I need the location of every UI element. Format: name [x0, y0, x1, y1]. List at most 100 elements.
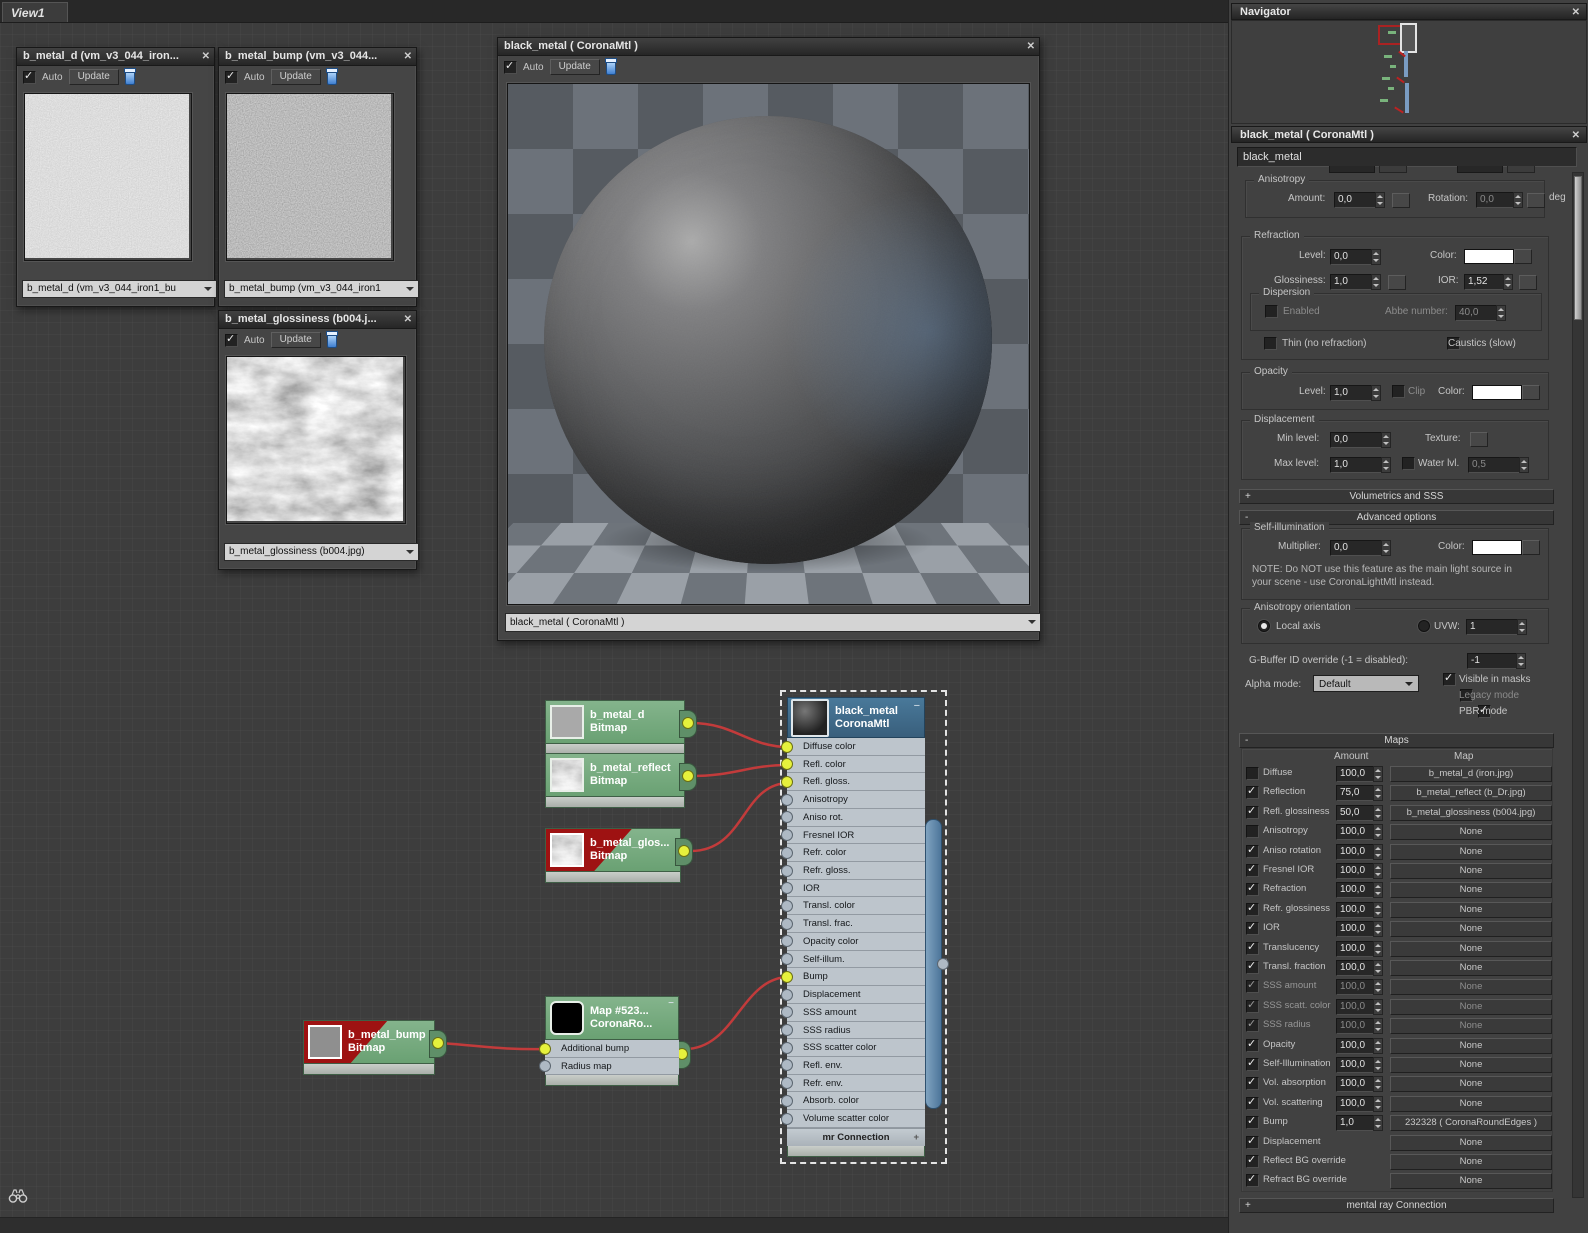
- window-titlebar[interactable]: b_metal_d (vm_v3_044_iron... ✕: [17, 48, 214, 66]
- anisotropy-rotation-field[interactable]: 0,0: [1476, 192, 1514, 208]
- corona-slot-refr-gloss-[interactable]: Refr. gloss.: [787, 862, 925, 880]
- corona-slot-absorb-color[interactable]: Absorb. color: [787, 1092, 925, 1110]
- output-socket[interactable]: [675, 838, 693, 866]
- slot-radius-map[interactable]: Radius map: [545, 1058, 679, 1076]
- displacement-max-field[interactable]: 1,0: [1330, 457, 1382, 473]
- slot-socket[interactable]: [781, 829, 793, 841]
- spinner[interactable]: [1381, 457, 1391, 473]
- node-b-metal-reflect[interactable]: b_metal_reflectBitmap: [545, 753, 685, 808]
- maps-amount-field[interactable]: 100,0: [1336, 1038, 1374, 1054]
- spinner[interactable]: [1496, 305, 1506, 321]
- refraction-color-swatch[interactable]: [1464, 249, 1514, 264]
- maps-amount-field[interactable]: 100,0: [1336, 921, 1374, 937]
- spinner[interactable]: [1371, 249, 1381, 265]
- maps-map-button[interactable]: None: [1390, 999, 1552, 1015]
- navigator-view-frame[interactable]: [1400, 23, 1417, 53]
- bottom-scroll-strip[interactable]: [0, 1217, 1228, 1233]
- maps-map-button[interactable]: None: [1390, 941, 1552, 957]
- maps-amount-field[interactable]: 50,0: [1336, 805, 1374, 821]
- rollout-volumetrics[interactable]: +Volumetrics and SSS: [1239, 489, 1554, 504]
- clip-checkbox[interactable]: [1392, 385, 1405, 398]
- texture-button[interactable]: [1470, 432, 1488, 447]
- material-preview-window[interactable]: black_metal ( CoronaMtl ) ✕ Auto Update …: [497, 37, 1040, 641]
- spinner[interactable]: [1381, 540, 1391, 556]
- maps-checkbox[interactable]: [1246, 1058, 1259, 1071]
- spinner[interactable]: [1516, 653, 1526, 669]
- maps-checkbox[interactable]: [1246, 1136, 1259, 1149]
- scrollbar-thumb[interactable]: [1574, 176, 1582, 320]
- spinner[interactable]: [1373, 902, 1383, 918]
- slot-socket[interactable]: [539, 1060, 551, 1072]
- corona-slot-opacity-color[interactable]: Opacity color: [787, 933, 925, 951]
- material-params-titlebar[interactable]: black_metal ( CoronaMtl )✕: [1231, 126, 1587, 143]
- spinner[interactable]: [1373, 999, 1383, 1015]
- spinner[interactable]: [1503, 274, 1513, 290]
- node-b-metal-bump[interactable]: b_metal_bumpBitmap: [303, 1020, 435, 1075]
- maps-checkbox[interactable]: [1246, 786, 1259, 799]
- spinner[interactable]: [1373, 1038, 1383, 1054]
- slot-socket[interactable]: [781, 741, 793, 753]
- params-scrollbar[interactable]: [1572, 172, 1584, 1198]
- spinner[interactable]: [1373, 979, 1383, 995]
- node-output-strip[interactable]: [925, 819, 942, 1109]
- spinner[interactable]: [1373, 766, 1383, 782]
- close-icon[interactable]: ✕: [202, 48, 210, 65]
- maps-map-button[interactable]: None: [1390, 1135, 1552, 1151]
- navigator-minimap[interactable]: [1231, 20, 1587, 124]
- map-shortcut-button[interactable]: [1519, 275, 1537, 290]
- refraction-ior-field[interactable]: 1,52: [1464, 274, 1504, 290]
- alpha-mode-dropdown[interactable]: Default: [1313, 675, 1419, 692]
- maps-amount-field[interactable]: 100,0: [1336, 960, 1374, 976]
- spinner[interactable]: [1371, 385, 1381, 401]
- maps-map-button[interactable]: 232328 ( CoronaRoundEdges ): [1390, 1115, 1552, 1131]
- opacity-color-swatch[interactable]: [1472, 385, 1522, 400]
- maps-map-button[interactable]: None: [1390, 824, 1552, 840]
- spinner[interactable]: [1373, 1076, 1383, 1092]
- node-b-metal-d[interactable]: b_metal_dBitmap: [545, 700, 685, 755]
- corona-slot-refl-env-[interactable]: Refl. env.: [787, 1057, 925, 1075]
- corona-slot-transl-frac-[interactable]: Transl. frac.: [787, 915, 925, 933]
- slot-socket[interactable]: [781, 1042, 793, 1054]
- maps-map-button[interactable]: None: [1390, 960, 1552, 976]
- spinner[interactable]: [1517, 619, 1527, 635]
- close-icon[interactable]: ✕: [404, 48, 412, 65]
- close-icon[interactable]: ✕: [404, 311, 412, 328]
- expand-icon[interactable]: +: [913, 1129, 919, 1146]
- corona-slot-refl-gloss-[interactable]: Refl. gloss.: [787, 773, 925, 791]
- corona-slot-refr-env-[interactable]: Refr. env.: [787, 1075, 925, 1093]
- spinner[interactable]: [1373, 1115, 1383, 1131]
- maps-checkbox[interactable]: [1246, 1019, 1259, 1032]
- slot-socket[interactable]: [781, 1113, 793, 1125]
- update-button[interactable]: Update: [69, 69, 119, 85]
- corona-slot-fresnel-ior[interactable]: Fresnel IOR: [787, 827, 925, 845]
- corona-slot-self-illum-[interactable]: Self-illum.: [787, 951, 925, 969]
- update-button[interactable]: Update: [271, 332, 321, 348]
- collapse-icon[interactable]: −: [914, 700, 920, 712]
- maps-amount-field[interactable]: 100,0: [1336, 1076, 1374, 1092]
- corona-slot-volume-scatter-color[interactable]: Volume scatter color: [787, 1110, 925, 1128]
- corona-slot-diffuse-color[interactable]: Diffuse color: [787, 738, 925, 756]
- maps-checkbox[interactable]: [1246, 883, 1259, 896]
- maps-map-button[interactable]: None: [1390, 1038, 1552, 1054]
- slot-socket[interactable]: [781, 953, 793, 965]
- collapse-icon[interactable]: −: [668, 998, 674, 1009]
- map-shortcut-button[interactable]: [1388, 275, 1406, 290]
- spinner[interactable]: [1375, 192, 1385, 208]
- spinner[interactable]: [1371, 274, 1381, 290]
- show-end-result-icon[interactable]: [327, 333, 337, 348]
- maps-checkbox[interactable]: [1246, 942, 1259, 955]
- slot-socket[interactable]: [781, 811, 793, 823]
- spinner[interactable]: [1373, 960, 1383, 976]
- slot-socket[interactable]: [781, 935, 793, 947]
- slot-socket[interactable]: [781, 1024, 793, 1036]
- show-end-result-icon[interactable]: [327, 70, 337, 85]
- slot-socket[interactable]: [781, 1095, 793, 1107]
- spinner[interactable]: [1373, 805, 1383, 821]
- spinner[interactable]: [1381, 432, 1391, 448]
- maps-amount-field[interactable]: 100,0: [1336, 1018, 1374, 1034]
- maps-checkbox[interactable]: [1246, 864, 1259, 877]
- slot-socket[interactable]: [781, 882, 793, 894]
- slot-socket[interactable]: [781, 1006, 793, 1018]
- spinner[interactable]: [1519, 457, 1529, 473]
- texture-window-b-metal-bump[interactable]: b_metal_bump (vm_v3_044... ✕ Auto Update…: [218, 47, 417, 307]
